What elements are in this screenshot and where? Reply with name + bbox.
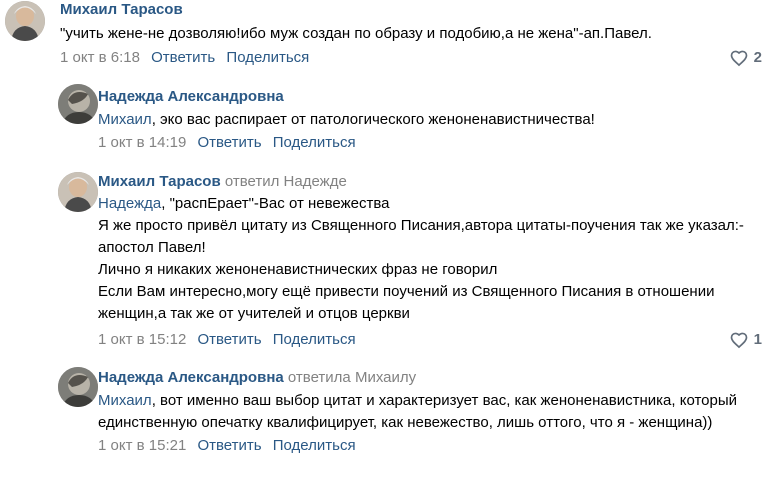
mention-link[interactable]: Надежда [98, 195, 161, 212]
comment-body: Михаил Тарасов ответил Надежде Надежда, … [98, 172, 762, 350]
like-button[interactable]: 1 [729, 330, 762, 350]
avatar-image [58, 367, 98, 407]
avatar-image [58, 172, 98, 212]
mention-link[interactable]: Михаил [98, 392, 152, 409]
avatar-image [58, 84, 98, 124]
author-name[interactable]: Михаил Тарасов [98, 173, 221, 190]
avatar-image [5, 1, 45, 41]
comment-meta: 1 окт в 15:12 Ответить Поделиться 1 [98, 330, 762, 350]
author-line: Михаил Тарасов [60, 0, 762, 20]
reply-button[interactable]: Ответить [197, 437, 261, 454]
author-name[interactable]: Надежда Александровна [98, 369, 284, 386]
comment-body: Михаил Тарасов "учить жене-не дозволяю!и… [60, 0, 762, 68]
text-line: Я же просто привёл цитату из Священного … [98, 217, 744, 256]
like-count: 2 [753, 49, 762, 66]
comment-text-content: , "распЕрает"-Вас от невежества [161, 195, 390, 212]
author-line: Михаил Тарасов ответил Надежде [98, 172, 762, 192]
comment-date[interactable]: 1 окт в 14:19 [98, 134, 186, 151]
mention-link[interactable]: Михаил [98, 111, 152, 128]
comment-meta: 1 окт в 15:21 Ответить Поделиться [98, 436, 762, 456]
share-button[interactable]: Поделиться [273, 134, 356, 151]
avatar[interactable] [58, 172, 98, 212]
comment-text: Михаил, вот именно ваш выбор цитат и хар… [98, 390, 762, 434]
author-line: Надежда Александровна ответила Михаилу [98, 368, 762, 388]
avatar[interactable] [58, 84, 98, 124]
avatar[interactable] [5, 1, 45, 41]
comment-text: Надежда, "распЕрает"-Вас от невежества Я… [98, 193, 762, 325]
reply-button[interactable]: Ответить [151, 49, 215, 66]
comment: Михаил Тарасов "учить жене-не дозволяю!и… [0, 0, 770, 80]
comment-meta: 1 окт в 14:19 Ответить Поделиться [98, 133, 762, 153]
like-button[interactable]: 2 [729, 48, 762, 68]
comment-date[interactable]: 1 окт в 15:21 [98, 437, 186, 454]
share-button[interactable]: Поделиться [273, 437, 356, 454]
comment: Надежда Александровна ответила Михаилу М… [0, 364, 770, 486]
author-line: Надежда Александровна [98, 87, 762, 107]
reply-to-label[interactable]: ответил Надежде [225, 173, 347, 190]
text-line: Лично я никаких женоненавистнических фра… [98, 261, 498, 278]
comment: Михаил Тарасов ответил Надежде Надежда, … [0, 168, 770, 358]
comment-text-content: , вот именно ваш выбор цитат и характери… [98, 392, 738, 431]
text-line: Надежда, "распЕрает"-Вас от невежества [98, 193, 762, 215]
share-button[interactable]: Поделиться [226, 49, 309, 66]
heart-outline-icon [730, 50, 747, 67]
reply-to-label[interactable]: ответила Михаилу [288, 369, 416, 386]
heart-outline-icon [730, 332, 747, 349]
comment-body: Надежда Александровна ответила Михаилу М… [98, 368, 762, 456]
share-button[interactable]: Поделиться [273, 331, 356, 348]
text-line: Если Вам интересно,могу ещё привести поу… [98, 283, 715, 322]
comment-text: "учить жене-не дозволяю!ибо муж создан п… [60, 25, 652, 42]
author-name[interactable]: Михаил Тарасов [60, 1, 183, 18]
comment: Надежда Александровна Михаил, эко вас ра… [0, 84, 770, 164]
comment-text: Михаил, эко вас распирает от патологичес… [98, 109, 762, 131]
comment-date[interactable]: 1 окт в 6:18 [60, 49, 140, 66]
comment-meta: 1 окт в 6:18 Ответить Поделиться 2 [60, 48, 762, 68]
comment-body: Надежда Александровна Михаил, эко вас ра… [98, 87, 762, 153]
author-name[interactable]: Надежда Александровна [98, 88, 284, 105]
comment-text-content: , эко вас распирает от патологического ж… [151, 111, 595, 128]
reply-button[interactable]: Ответить [197, 134, 261, 151]
avatar[interactable] [58, 367, 98, 407]
reply-button[interactable]: Ответить [197, 331, 261, 348]
comment-date[interactable]: 1 окт в 15:12 [98, 331, 186, 348]
like-count: 1 [753, 331, 762, 348]
